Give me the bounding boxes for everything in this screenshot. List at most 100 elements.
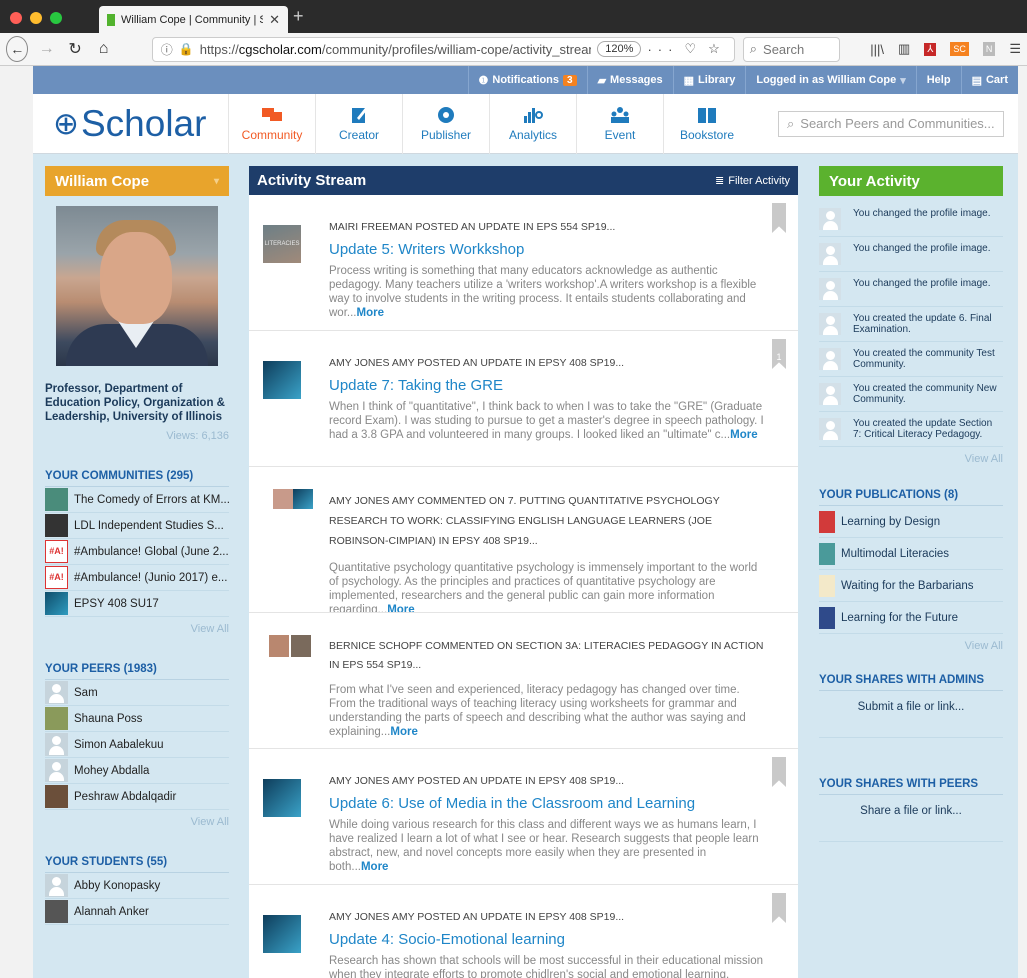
submit-file-link[interactable]: Submit a file or link... <box>819 691 1003 738</box>
activity-item[interactable]: You created the community New Community. <box>819 377 1003 412</box>
activity-item[interactable]: You created the update Section 7: Critic… <box>819 412 1003 447</box>
more-link[interactable]: More <box>730 429 757 441</box>
post-thumbnail[interactable] <box>291 635 311 657</box>
students-title[interactable]: YOUR STUDENTS (55) <box>45 856 229 873</box>
nav-community[interactable]: Community <box>228 93 315 154</box>
pocket-icon[interactable]: ♡ <box>684 41 702 57</box>
shares-peers-title[interactable]: YOUR SHARES WITH PEERS <box>819 778 1003 795</box>
nav-publisher[interactable]: Publisher <box>402 93 489 154</box>
more-link[interactable]: More <box>387 604 414 612</box>
tab-close-icon[interactable]: ✕ <box>269 12 280 28</box>
peers-view-all[interactable]: View All <box>45 816 229 828</box>
cart-link[interactable]: ▤ Cart <box>960 66 1018 94</box>
bookmark-icon[interactable] <box>772 203 786 233</box>
bookmark-icon[interactable] <box>772 757 786 787</box>
post-title[interactable]: Update 4: Socio-Emotional learning <box>329 931 768 948</box>
community-item[interactable]: #A! #Ambulance! (Junio 2017) e... <box>45 565 229 591</box>
scholar-logo[interactable]: ⊕ Scholar <box>33 103 228 145</box>
post-title[interactable]: Update 7: Taking the GRE <box>329 377 768 394</box>
more-link[interactable]: More <box>361 861 388 873</box>
zoom-level[interactable]: 120% <box>597 41 642 57</box>
post-thumbnail[interactable] <box>263 361 301 399</box>
minimize-window-button[interactable] <box>30 12 42 24</box>
publications-title[interactable]: YOUR PUBLICATIONS (8) <box>819 489 1003 506</box>
url-text[interactable]: https://cgscholar.com/community/profiles… <box>200 42 592 57</box>
publication-item[interactable]: Multimodal Literacies <box>819 538 1003 570</box>
notifications-link[interactable]: ❶ Notifications 3 <box>467 66 587 94</box>
extension-gray-icon[interactable]: N <box>982 42 996 56</box>
student-item[interactable]: Alannah Anker <box>45 899 229 925</box>
help-link[interactable]: Help <box>915 66 961 94</box>
activity-item[interactable]: You changed the profile image. <box>819 202 1003 237</box>
peer-item[interactable]: Mohey Abdalla <box>45 758 229 784</box>
post-thumbnail[interactable] <box>293 489 313 509</box>
messages-link[interactable]: ▰ Messages <box>586 66 673 94</box>
bookmark-icon[interactable] <box>772 893 786 923</box>
share-file-link[interactable]: Share a file or link... <box>819 795 1003 842</box>
more-link[interactable]: More <box>390 726 417 738</box>
zoom-window-button[interactable] <box>50 12 62 24</box>
extension-sc-icon[interactable]: SC <box>950 42 969 56</box>
sidebar-icon[interactable]: ▥ <box>898 41 910 57</box>
library-icon[interactable]: |||\ <box>870 42 884 57</box>
pdf-extension-icon[interactable]: ⅄ <box>924 42 937 56</box>
community-item[interactable]: #A! #Ambulance! Global (June 2... <box>45 539 229 565</box>
account-menu[interactable]: Logged in as William Cope ▾ <box>745 66 915 94</box>
peer-search-input[interactable]: ⌕ Search Peers and Communities... <box>778 110 1004 137</box>
user-avatar-icon <box>45 759 68 782</box>
menu-icon[interactable]: ☰ <box>1009 41 1021 57</box>
browser-search-input[interactable]: ⌕ Search <box>742 36 841 62</box>
activity-item[interactable]: You changed the profile image. <box>819 237 1003 272</box>
community-item[interactable]: The Comedy of Errors at KM... <box>45 487 229 513</box>
activity-view-all[interactable]: View All <box>819 453 1003 465</box>
profile-bio: Professor, Department of Education Polic… <box>45 383 225 423</box>
close-window-button[interactable] <box>10 12 22 24</box>
publications-view-all[interactable]: View All <box>819 640 1003 652</box>
publication-item[interactable]: Waiting for the Barbarians <box>819 570 1003 602</box>
student-item[interactable]: Abby Konopasky <box>45 873 229 899</box>
shares-admins-title[interactable]: YOUR SHARES WITH ADMINS <box>819 674 1003 691</box>
post-thumbnail[interactable] <box>269 635 289 657</box>
peer-item[interactable]: Sam <box>45 680 229 706</box>
activity-item[interactable]: You changed the profile image. <box>819 272 1003 307</box>
activity-item[interactable]: You created the update 6. Final Examinat… <box>819 307 1003 342</box>
back-arrow-icon[interactable]: ← <box>6 36 29 62</box>
nav-analytics[interactable]: Analytics <box>489 93 576 154</box>
communities-view-all[interactable]: View All <box>45 623 229 635</box>
more-link[interactable]: More <box>356 307 383 319</box>
profile-name-header[interactable]: William Cope ▾ <box>45 166 229 196</box>
page-actions-icon[interactable]: ··· <box>647 42 678 57</box>
peer-item[interactable]: Peshraw Abdalqadir <box>45 784 229 810</box>
peers-title[interactable]: YOUR PEERS (1983) <box>45 663 229 680</box>
peer-item[interactable]: Shauna Poss <box>45 706 229 732</box>
publication-item[interactable]: Learning for the Future <box>819 602 1003 634</box>
post-thumbnail[interactable] <box>263 779 301 817</box>
library-link[interactable]: ▦ Library <box>672 66 746 94</box>
info-icon[interactable]: ⓘ <box>161 41 173 58</box>
bookmark-icon[interactable]: 1 <box>772 339 786 369</box>
activity-item[interactable]: You created the community Test Community… <box>819 342 1003 377</box>
filter-activity-button[interactable]: ≣ Filter Activity <box>715 174 790 188</box>
nav-creator[interactable]: Creator <box>315 93 402 154</box>
post-title[interactable]: Update 6: Use of Media in the Classroom … <box>329 795 768 812</box>
reload-icon[interactable]: ↻ <box>65 39 85 59</box>
communities-title[interactable]: YOUR COMMUNITIES (295) <box>45 470 229 487</box>
community-item[interactable]: LDL Independent Studies S... <box>45 513 229 539</box>
post-thumbnail[interactable]: LITERACIES <box>263 225 301 263</box>
address-bar[interactable]: ⓘ 🔒 https://cgscholar.com/community/prof… <box>151 36 735 62</box>
user-avatar-icon <box>819 278 841 300</box>
bookmark-star-icon[interactable]: ☆ <box>708 41 726 57</box>
community-item[interactable]: EPSY 408 SU17 <box>45 591 229 617</box>
forward-arrow-icon[interactable]: → <box>36 40 56 58</box>
post-title[interactable]: Update 5: Writers Workkshop <box>329 241 768 258</box>
post-thumbnail[interactable] <box>273 489 293 509</box>
nav-bookstore[interactable]: Bookstore <box>663 93 750 154</box>
home-icon[interactable]: ⌂ <box>93 40 113 58</box>
publication-item[interactable]: Learning by Design <box>819 506 1003 538</box>
peer-item[interactable]: Simon Aabalekuu <box>45 732 229 758</box>
post-thumbnail[interactable] <box>263 915 301 953</box>
new-tab-icon[interactable]: + <box>293 6 304 27</box>
post-excerpt: Process writing is something that many e… <box>329 265 757 319</box>
browser-tab[interactable]: William Cope | Community | Sch ✕ <box>99 6 288 33</box>
nav-event[interactable]: Event <box>576 93 663 154</box>
